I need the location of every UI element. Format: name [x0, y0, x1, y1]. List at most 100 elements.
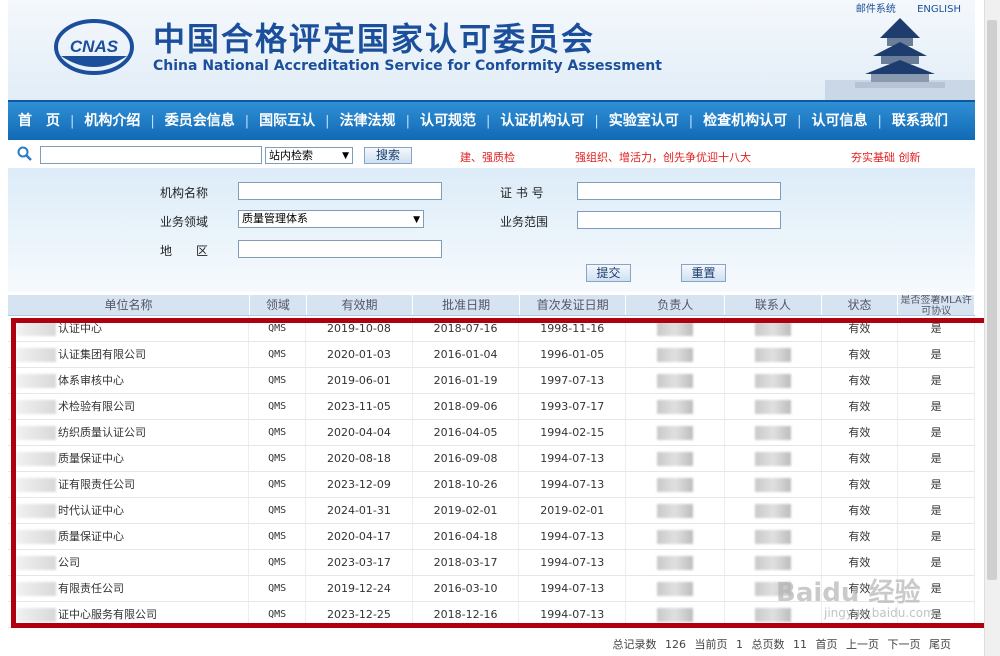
- cell-status: 有效: [822, 368, 899, 393]
- cell-expiry: 2019-06-01: [306, 368, 413, 393]
- cell-approved: 2018-03-17: [413, 550, 520, 575]
- org-name-text[interactable]: 认证中心: [58, 322, 102, 335]
- reset-button[interactable]: 重置: [681, 264, 726, 282]
- table-row[interactable]: 证有限责任公司 QMS 2023-12-09 2018-10-26 1994-07-13…: [8, 472, 976, 498]
- nav-labs[interactable]: 实验室认可: [599, 102, 689, 140]
- search-input[interactable]: [40, 146, 262, 164]
- nav-inspection[interactable]: 检查机构认可: [693, 102, 797, 140]
- region-input[interactable]: [238, 240, 442, 258]
- next-page-link[interactable]: 下一页: [888, 638, 921, 651]
- table-row[interactable]: 术检验有限公司 QMS 2023-11-05 2018-09-06 1993-07-17…: [8, 394, 976, 420]
- redacted-blur: [16, 504, 56, 518]
- chevron-down-icon: ▼: [413, 215, 420, 225]
- submit-button[interactable]: 提交: [586, 264, 631, 282]
- cell-responsible: [626, 602, 725, 627]
- nav-laws[interactable]: 法律法规: [330, 102, 406, 140]
- table-row[interactable]: 时代认证中心 QMS 2024-01-31 2019-02-01 2019-02-01 有…: [8, 498, 976, 524]
- redacted-blur: [656, 608, 693, 622]
- first-page-link[interactable]: 首页: [816, 638, 838, 651]
- nav-home[interactable]: 首 页: [8, 102, 70, 140]
- cell-first-issue: 1997-07-13: [519, 368, 627, 393]
- cell-mla: 是: [898, 342, 976, 367]
- redacted-blur: [16, 478, 56, 492]
- cell-expiry: 2020-04-04: [306, 420, 413, 445]
- table-row[interactable]: 纺织质量认证公司 QMS 2020-04-04 2016-04-05 1994-02-1…: [8, 420, 976, 446]
- org-name-text[interactable]: 质量保证中心: [58, 530, 124, 543]
- nav-cert-bodies[interactable]: 认证机构认可: [490, 102, 594, 140]
- cell-mla: 是: [898, 420, 976, 445]
- org-name-text[interactable]: 有限责任公司: [58, 582, 124, 595]
- cell-domain: QMS: [249, 498, 307, 523]
- org-name-text[interactable]: 证中心服务有限公司: [58, 608, 157, 621]
- table-row[interactable]: 认证中心 QMS 2019-10-08 2018-07-16 1998-11-16 有效是: [8, 316, 976, 342]
- scrollbar-thumb[interactable]: [987, 20, 997, 580]
- redacted-blur: [656, 582, 693, 596]
- table-row[interactable]: 体系审核中心 QMS 2019-06-01 2016-01-19 1997-07-13 有…: [8, 368, 976, 394]
- cell-first-issue: 1994-07-13: [519, 446, 627, 471]
- nav-committee[interactable]: 委员会信息: [155, 102, 245, 140]
- cell-contact: [725, 394, 822, 419]
- table-row[interactable]: 质量保证中心 QMS 2020-04-17 2016-04-18 1994-07-13 有…: [8, 524, 976, 550]
- cert-no-input[interactable]: [577, 182, 781, 200]
- org-name-label: 机构名称: [160, 186, 209, 200]
- col-first-issue: 首次发证日期: [520, 295, 627, 315]
- cell-approved: 2019-02-01: [413, 498, 520, 523]
- cell-mla: 是: [898, 316, 976, 341]
- org-name-text[interactable]: 纺织质量认证公司: [58, 426, 146, 439]
- vertical-scrollbar[interactable]: [984, 0, 1000, 656]
- slogan-1: 建、强质检: [460, 151, 515, 164]
- org-name-input[interactable]: [238, 182, 442, 200]
- cell-mla: 是: [898, 446, 976, 471]
- cell-domain: QMS: [249, 394, 307, 419]
- cell-first-issue: 1994-07-13: [519, 472, 627, 497]
- cell-expiry: 2023-11-05: [306, 394, 413, 419]
- cell-approved: 2016-09-08: [413, 446, 520, 471]
- nav-international[interactable]: 国际互认: [249, 102, 325, 140]
- redacted-blur: [656, 348, 693, 362]
- scope-input[interactable]: [577, 211, 781, 229]
- org-name-text[interactable]: 体系审核中心: [58, 374, 124, 387]
- org-name-text[interactable]: 时代认证中心: [58, 504, 124, 517]
- last-page-link[interactable]: 尾页: [929, 638, 951, 651]
- baidu-watermark: Baidu 经验: [776, 578, 921, 608]
- redacted-blur: [16, 400, 56, 414]
- cell-domain: QMS: [249, 368, 307, 393]
- org-name-text[interactable]: 术检验有限公司: [58, 400, 135, 413]
- redacted-blur: [656, 374, 693, 388]
- scope-label: 业务范围: [500, 215, 549, 229]
- org-name-text[interactable]: 公司: [58, 556, 80, 569]
- org-name-text[interactable]: 质量保证中心: [58, 452, 124, 465]
- col-expiry: 有效期: [307, 295, 414, 315]
- redacted-blur: [16, 374, 56, 388]
- cell-contact: [725, 368, 822, 393]
- cell-status: 有效: [822, 394, 899, 419]
- page: CNAS 中国合格评定国家认可委员会 China National Accred…: [8, 0, 989, 656]
- org-name-text[interactable]: 认证集团有限公司: [58, 348, 146, 361]
- prev-page-link[interactable]: 上一页: [846, 638, 879, 651]
- cell-responsible: [626, 576, 725, 601]
- nav-info[interactable]: 认可信息: [802, 102, 878, 140]
- domain-select[interactable]: 质量管理体系 ▼: [238, 210, 424, 228]
- org-name-text[interactable]: 证有限责任公司: [58, 478, 135, 491]
- col-responsible: 负责人: [626, 295, 726, 315]
- redacted-blur: [754, 374, 791, 388]
- cell-name: 时代认证中心: [8, 498, 250, 523]
- cell-name: 质量保证中心: [8, 524, 250, 549]
- cell-expiry: 2019-12-24: [306, 576, 413, 601]
- nav-contact[interactable]: 联系我们: [882, 102, 958, 140]
- cell-mla: 是: [898, 498, 976, 523]
- cell-domain: QMS: [249, 550, 307, 575]
- site-title-cn: 中国合格评定国家认可委员会: [153, 20, 596, 58]
- cnas-logo: CNAS: [54, 19, 134, 75]
- cell-name: 认证集团有限公司: [8, 342, 250, 367]
- nav-about[interactable]: 机构介绍: [74, 102, 150, 140]
- search-scope-select[interactable]: 站内检索 ▼: [265, 147, 353, 164]
- table-row[interactable]: 质量保证中心 QMS 2020-08-18 2016-09-08 1994-07-13 有…: [8, 446, 976, 472]
- col-contact: 联系人: [725, 295, 822, 315]
- cell-approved: 2016-04-05: [413, 420, 520, 445]
- table-row[interactable]: 认证集团有限公司 QMS 2020-01-03 2016-01-04 1996-01-0…: [8, 342, 976, 368]
- col-domain: 领域: [250, 295, 307, 315]
- search-button[interactable]: 搜索: [364, 147, 412, 164]
- nav-rules[interactable]: 认可规范: [410, 102, 486, 140]
- search-scope-value: 站内检索: [269, 149, 313, 162]
